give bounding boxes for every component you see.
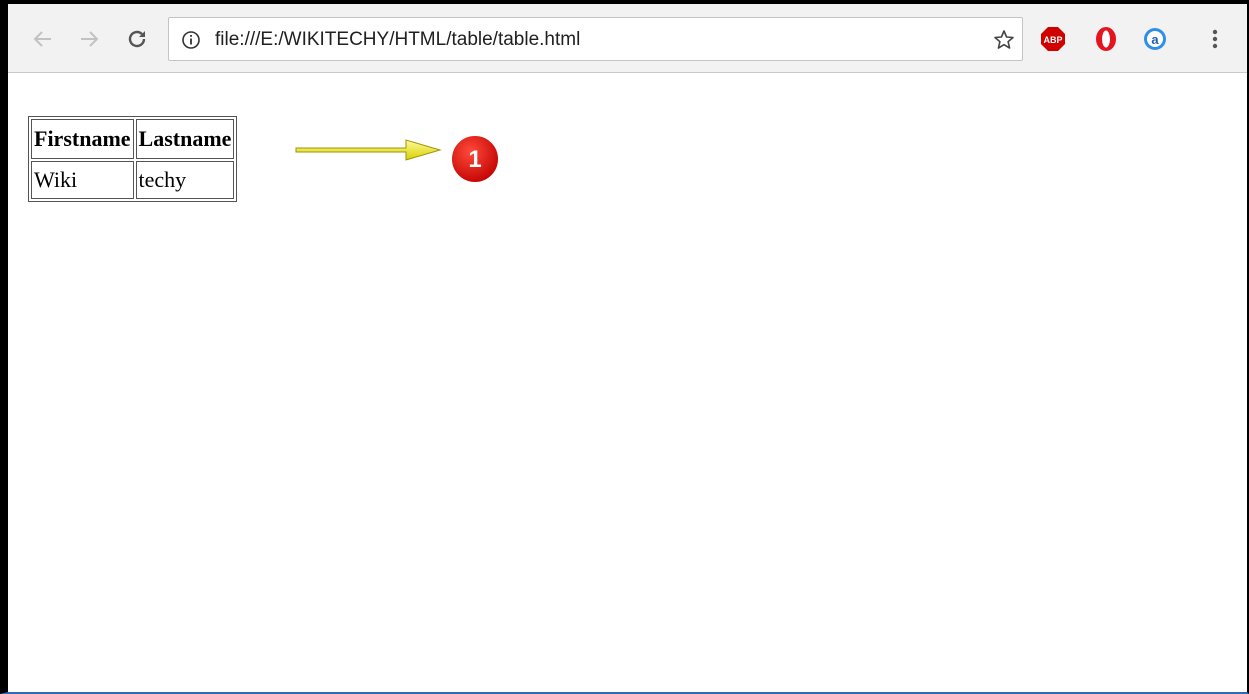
header-lastname: Lastname bbox=[135, 119, 235, 159]
address-bar[interactable]: file:///E:/WIKITECHY/HTML/table/table.ht… bbox=[168, 17, 1023, 61]
name-table: Firstname Lastname Wiki techy bbox=[28, 116, 238, 202]
amazon-label: a bbox=[1151, 32, 1159, 47]
adblock-icon[interactable]: ABP bbox=[1040, 26, 1066, 52]
browser-toolbar: file:///E:/WIKITECHY/HTML/table/table.ht… bbox=[8, 4, 1247, 73]
info-icon[interactable] bbox=[181, 30, 201, 50]
back-arrow-icon[interactable] bbox=[28, 24, 58, 54]
badge-number: 1 bbox=[468, 146, 481, 173]
annotation-arrow-icon bbox=[295, 139, 442, 161]
amazon-assistant-icon[interactable]: a bbox=[1142, 26, 1168, 52]
url-text[interactable]: file:///E:/WIKITECHY/HTML/table/table.ht… bbox=[215, 29, 580, 51]
menu-dots-icon[interactable] bbox=[1202, 26, 1228, 52]
reload-icon[interactable] bbox=[122, 24, 152, 54]
star-icon[interactable] bbox=[992, 28, 1016, 52]
adblock-label: ABP bbox=[1043, 35, 1062, 45]
header-firstname: Firstname bbox=[31, 119, 134, 159]
table-header-row: Firstname Lastname bbox=[31, 119, 235, 159]
annotation-badge: 1 bbox=[448, 132, 502, 186]
forward-arrow-icon[interactable] bbox=[74, 24, 104, 54]
browser-window: file:///E:/WIKITECHY/HTML/table/table.ht… bbox=[0, 0, 1249, 694]
page-content: Firstname Lastname Wiki techy bbox=[8, 73, 1247, 692]
table-row: Wiki techy bbox=[31, 161, 235, 199]
cell-firstname: Wiki bbox=[31, 161, 134, 199]
opera-icon[interactable] bbox=[1093, 26, 1119, 52]
cell-lastname: techy bbox=[135, 161, 235, 199]
